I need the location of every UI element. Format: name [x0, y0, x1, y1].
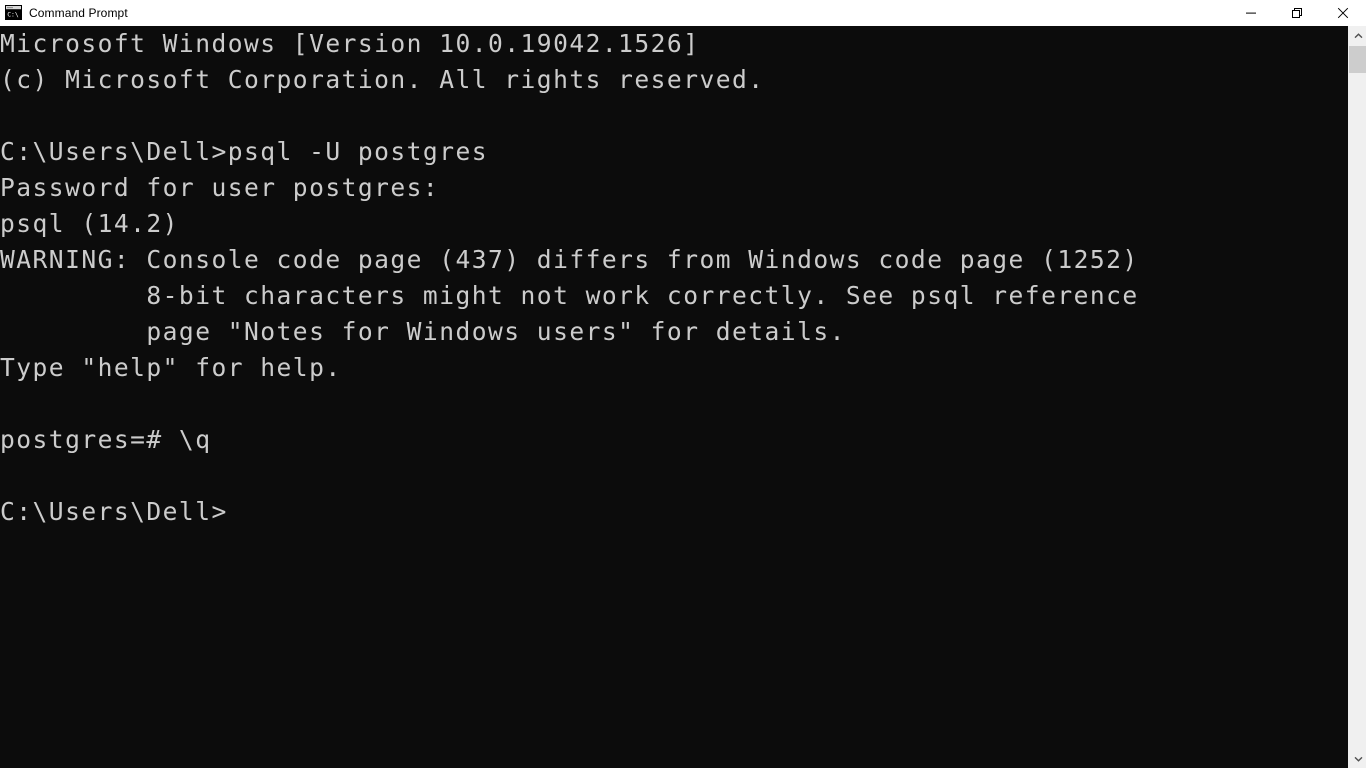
chevron-down-icon	[1354, 756, 1362, 762]
scroll-down-button[interactable]	[1349, 749, 1366, 768]
svg-text:C:\: C:\	[7, 10, 19, 18]
title-bar[interactable]: C:\ Command Prompt	[0, 0, 1366, 26]
scroll-up-button[interactable]	[1349, 26, 1366, 45]
minimize-icon	[1246, 12, 1256, 14]
close-icon	[1337, 7, 1349, 18]
scrollbar-track[interactable]	[1349, 45, 1366, 749]
maximize-button[interactable]	[1274, 0, 1320, 26]
close-button[interactable]	[1320, 0, 1366, 26]
minimize-button[interactable]	[1228, 0, 1274, 26]
console-output-area[interactable]: Microsoft Windows [Version 10.0.19042.15…	[0, 26, 1348, 768]
command-prompt-window: C:\ Command Prompt Microsoft Windows [Ve…	[0, 0, 1366, 768]
vertical-scrollbar[interactable]	[1348, 26, 1366, 768]
title-bar-left: C:\ Command Prompt	[0, 0, 1228, 25]
chevron-up-icon	[1354, 32, 1362, 38]
window-controls	[1228, 0, 1366, 26]
scrollbar-thumb[interactable]	[1349, 46, 1366, 73]
cmd-prompt-icon: C:\	[5, 5, 22, 20]
restore-icon	[1292, 7, 1302, 18]
console-text: Microsoft Windows [Version 10.0.19042.15…	[0, 29, 1139, 526]
window-title: Command Prompt	[29, 5, 128, 20]
